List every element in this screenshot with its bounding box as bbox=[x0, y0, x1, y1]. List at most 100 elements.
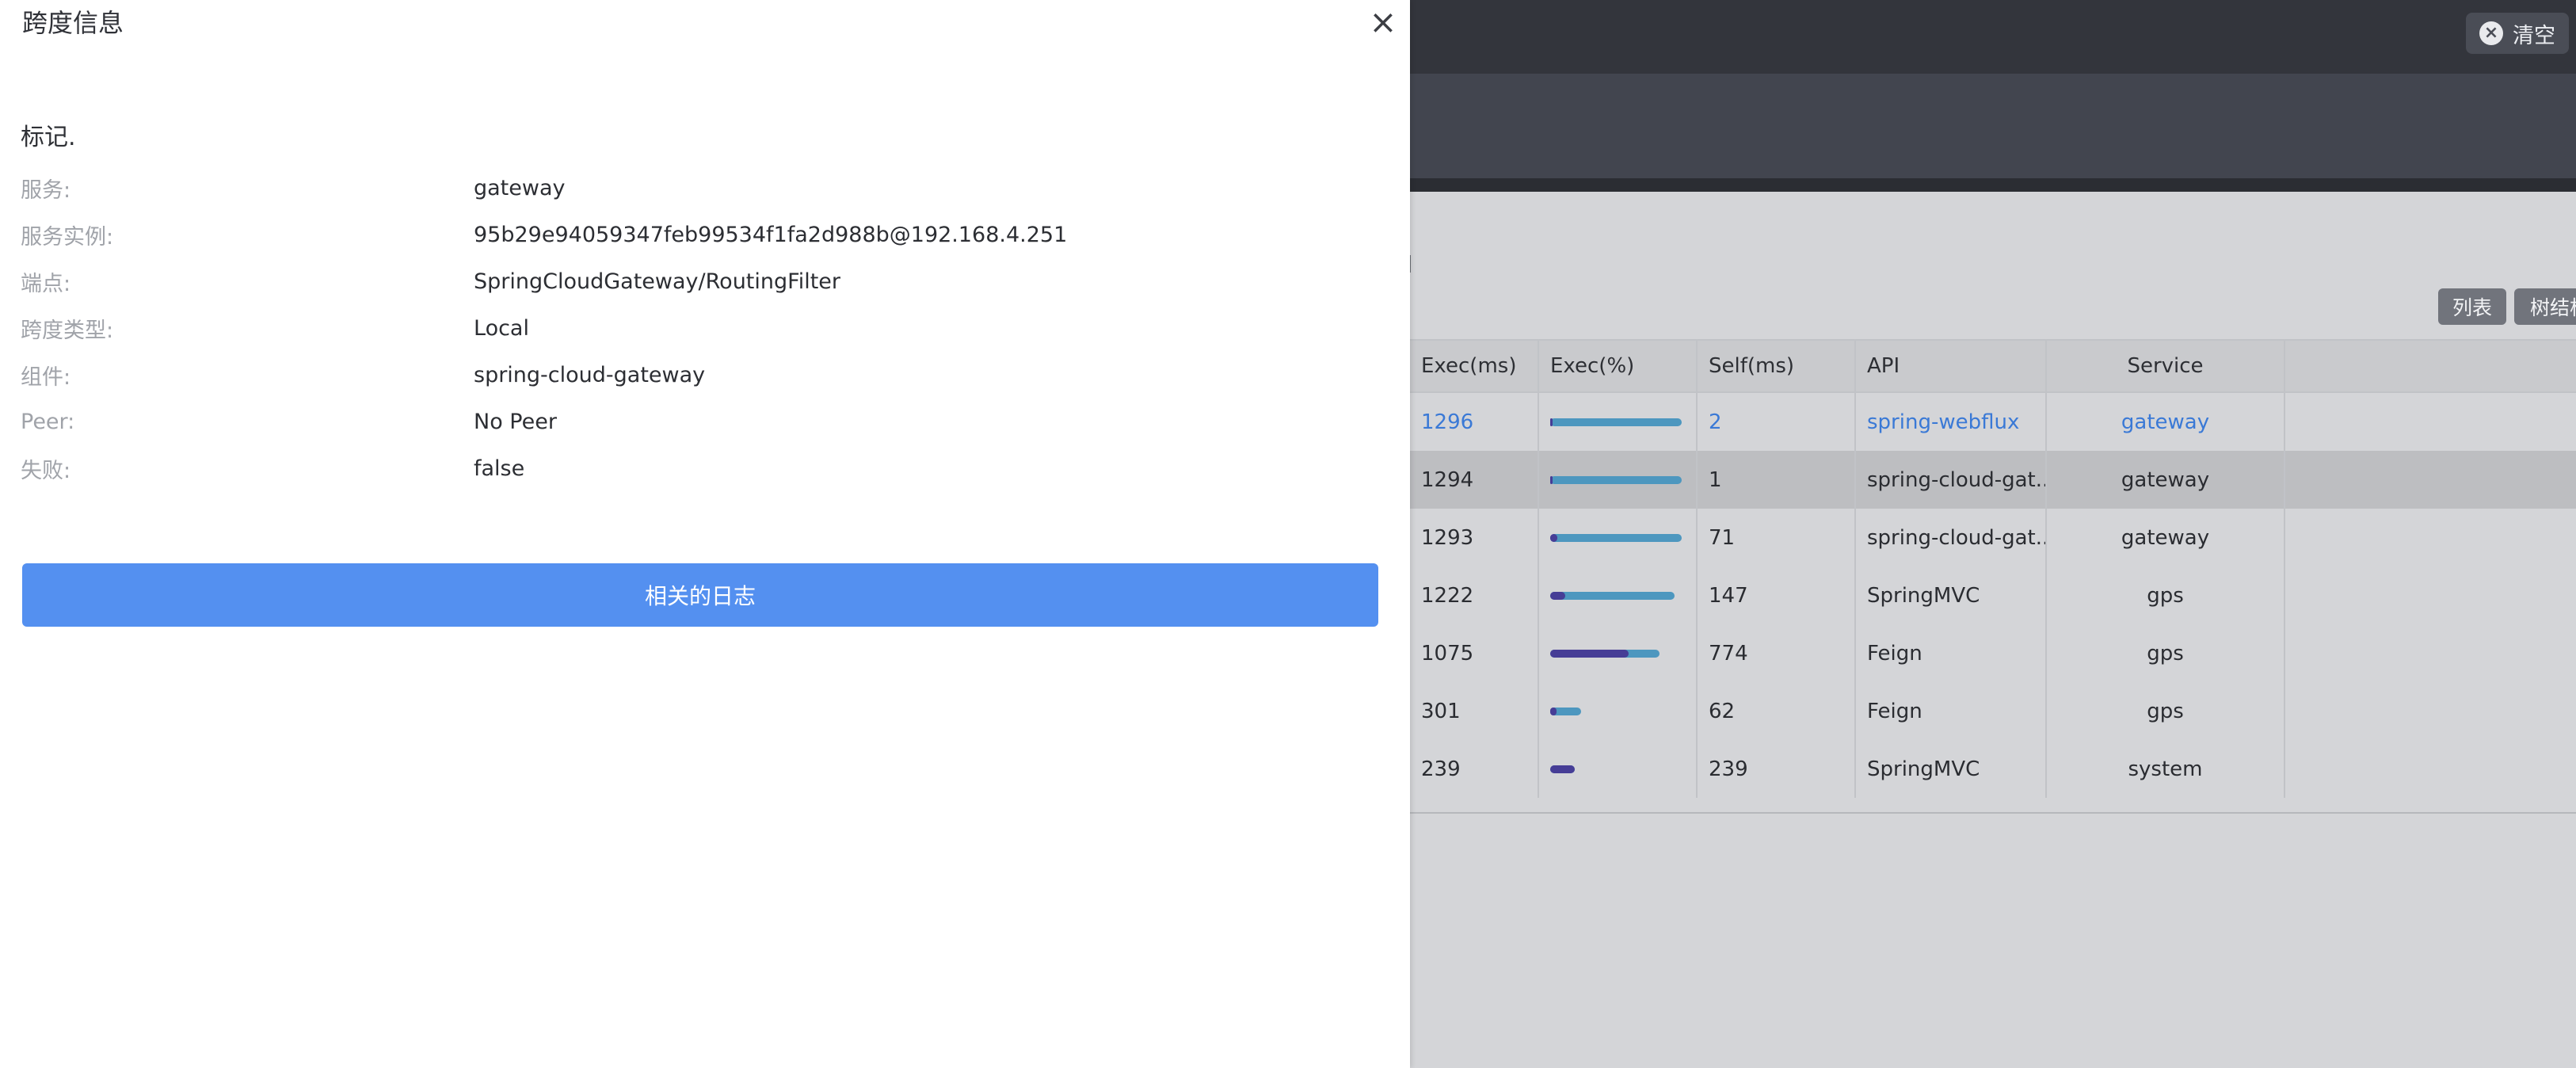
column-header-service[interactable]: Service bbox=[2047, 341, 2285, 391]
self-ms-cell: 2 bbox=[1698, 393, 1856, 451]
column-header-self[interactable]: Self(ms) bbox=[1698, 341, 1856, 391]
exec-pct-cell bbox=[1539, 566, 1698, 624]
exec-pct-cell bbox=[1539, 740, 1698, 798]
self-bar bbox=[1550, 475, 1553, 484]
exec-bar bbox=[1550, 765, 1575, 773]
exec-pct-cell bbox=[1539, 682, 1698, 740]
clear-button[interactable]: × 清空 bbox=[2466, 13, 2569, 54]
info-value: gateway bbox=[474, 175, 566, 200]
table-row[interactable]: 1222 147 SpringMVC gps bbox=[1410, 566, 2576, 624]
self-bar bbox=[1550, 707, 1557, 715]
service-cell: system bbox=[2047, 740, 2285, 798]
tree-view-button[interactable]: 树结构 bbox=[2514, 288, 2576, 325]
exec-pct-cell bbox=[1539, 393, 1698, 451]
service-cell: gps bbox=[2047, 682, 2285, 740]
tree-view-label: 树结构 bbox=[2530, 296, 2576, 319]
exec-ms-cell: 239 bbox=[1410, 740, 1539, 798]
self-ms-cell: 71 bbox=[1698, 509, 1856, 566]
column-header-exec[interactable]: Exec(ms) bbox=[1410, 341, 1539, 391]
exec-bar bbox=[1550, 707, 1581, 715]
info-row-endpoint: 端点: SpringCloudGateway/RoutingFilter bbox=[21, 265, 1367, 297]
row-spacer bbox=[2285, 740, 2576, 798]
info-value: SpringCloudGateway/RoutingFilter bbox=[474, 269, 841, 294]
exec-ms-cell: 1222 bbox=[1410, 566, 1539, 624]
related-logs-label: 相关的日志 bbox=[644, 583, 756, 609]
column-header-spacer bbox=[2285, 341, 2576, 391]
exec-pct-cell bbox=[1539, 624, 1698, 682]
info-value: false bbox=[474, 456, 525, 481]
info-key: 服务: bbox=[21, 177, 71, 203]
exec-ms-cell: 1075 bbox=[1410, 624, 1539, 682]
exec-ms-cell: 1296 bbox=[1410, 393, 1539, 451]
api-cell: SpringMVC bbox=[1856, 740, 2047, 798]
clear-circle-icon: × bbox=[2479, 21, 2503, 45]
service-cell: gateway bbox=[2047, 509, 2285, 566]
exec-bar bbox=[1550, 533, 1682, 542]
table-row[interactable]: 1294 1 spring-cloud-gat... gateway bbox=[1410, 451, 2576, 509]
info-key: 端点: bbox=[21, 271, 71, 296]
info-key: Peer: bbox=[21, 409, 75, 434]
table-row[interactable]: 1293 71 spring-cloud-gat... gateway bbox=[1410, 509, 2576, 566]
exec-ms-cell: 1293 bbox=[1410, 509, 1539, 566]
related-logs-button[interactable]: 相关的日志 bbox=[22, 563, 1378, 627]
api-cell: Feign bbox=[1856, 624, 2047, 682]
table-row[interactable]: 301 62 Feign gps bbox=[1410, 682, 2576, 740]
service-cell: gps bbox=[2047, 624, 2285, 682]
column-header-api[interactable]: API bbox=[1856, 341, 2047, 391]
service-cell: gateway bbox=[2047, 451, 2285, 509]
self-ms-cell: 62 bbox=[1698, 682, 1856, 740]
exec-pct-cell bbox=[1539, 509, 1698, 566]
exec-bar bbox=[1550, 591, 1675, 600]
close-icon[interactable]: × bbox=[1369, 5, 1397, 40]
info-value: spring-cloud-gateway bbox=[474, 362, 706, 387]
info-key: 跨度类型: bbox=[21, 318, 114, 343]
clear-button-label: 清空 bbox=[2513, 23, 2555, 48]
list-view-label: 列表 bbox=[2452, 296, 2492, 319]
span-info-drawer: 跨度信息 × 标记. 服务: gateway 服务实例: 95b29e94059… bbox=[0, 0, 1410, 1068]
row-spacer bbox=[2285, 682, 2576, 740]
self-bar bbox=[1550, 533, 1557, 542]
api-cell: spring-cloud-gat... bbox=[1856, 509, 2047, 566]
table-bottom-border bbox=[1410, 812, 2576, 814]
info-row-error: 失败: false bbox=[21, 452, 1367, 484]
self-ms-cell: 1 bbox=[1698, 451, 1856, 509]
self-ms-cell: 774 bbox=[1698, 624, 1856, 682]
info-value: 95b29e94059347feb99534f1fa2d988b@192.168… bbox=[474, 222, 1068, 247]
exec-bar bbox=[1550, 649, 1660, 658]
self-bar bbox=[1550, 591, 1565, 600]
info-row-service: 服务: gateway bbox=[21, 172, 1367, 204]
table-body: 1296 2 spring-webflux gateway 1294 1 spring-cl… bbox=[1410, 393, 2576, 798]
service-cell: gateway bbox=[2047, 393, 2285, 451]
row-spacer bbox=[2285, 566, 2576, 624]
info-row-span-type: 跨度类型: Local bbox=[21, 312, 1367, 344]
api-cell: spring-cloud-gat... bbox=[1856, 451, 2047, 509]
self-bar bbox=[1550, 418, 1553, 426]
table-row[interactable]: 1075 774 Feign gps bbox=[1410, 624, 2576, 682]
info-value: Local bbox=[474, 315, 529, 341]
exec-pct-cell bbox=[1539, 451, 1698, 509]
info-key: 服务实例: bbox=[21, 224, 114, 250]
info-row-component: 组件: spring-cloud-gateway bbox=[21, 359, 1367, 391]
row-spacer bbox=[2285, 509, 2576, 566]
info-value: No Peer bbox=[474, 409, 557, 434]
self-ms-cell: 147 bbox=[1698, 566, 1856, 624]
column-header-exec-pct[interactable]: Exec(%) bbox=[1539, 341, 1698, 391]
exec-ms-cell: 1294 bbox=[1410, 451, 1539, 509]
drawer-title: 跨度信息 bbox=[22, 8, 124, 38]
table-row[interactable]: 239 239 SpringMVC system bbox=[1410, 740, 2576, 798]
exec-bar bbox=[1550, 418, 1682, 426]
list-view-button[interactable]: 列表 bbox=[2438, 288, 2506, 325]
api-cell: SpringMVC bbox=[1856, 566, 2047, 624]
row-spacer bbox=[2285, 624, 2576, 682]
exec-bar bbox=[1550, 475, 1682, 484]
table-row[interactable]: 1296 2 spring-webflux gateway bbox=[1410, 393, 2576, 451]
row-spacer bbox=[2285, 451, 2576, 509]
service-cell: gps bbox=[2047, 566, 2285, 624]
row-spacer bbox=[2285, 393, 2576, 451]
tags-section-label: 标记. bbox=[21, 124, 76, 151]
self-ms-cell: 239 bbox=[1698, 740, 1856, 798]
table-header: Exec(ms) Exec(%) Self(ms) API Service bbox=[1410, 339, 2576, 393]
self-bar bbox=[1550, 649, 1629, 658]
info-key: 失败: bbox=[21, 458, 71, 483]
api-cell: Feign bbox=[1856, 682, 2047, 740]
